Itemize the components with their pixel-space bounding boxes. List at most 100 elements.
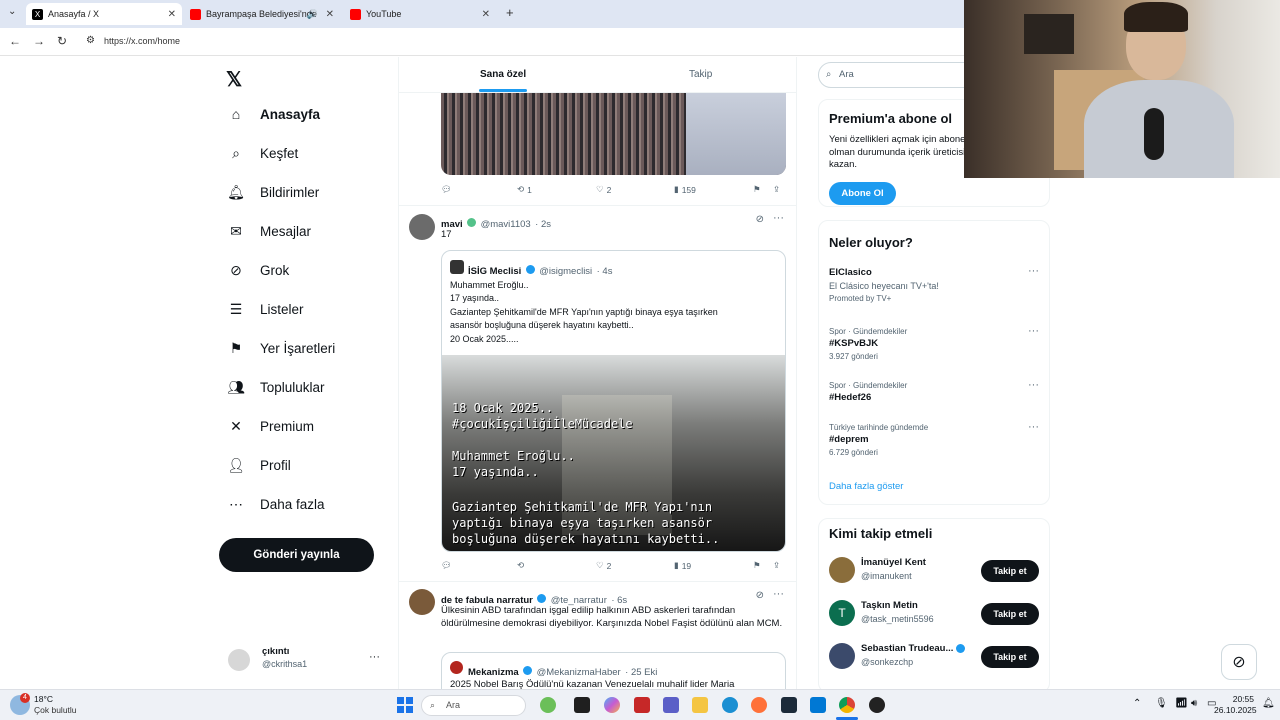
views-button[interactable]: ▮ 159 <box>674 184 696 195</box>
grok-icon[interactable]: ⊘ <box>756 590 764 601</box>
premium-text: Yeni özellikleri açmak için abone olman … <box>829 134 966 170</box>
views-button[interactable]: ▮ 19 <box>674 560 691 571</box>
close-icon[interactable]: ✕ <box>168 9 176 20</box>
avatar[interactable] <box>829 557 855 583</box>
reply-icon[interactable]: 💬︎ <box>441 560 452 571</box>
share-icon[interactable]: ⇪ <box>773 560 780 571</box>
suggest-name[interactable]: Taşkın Metin <box>861 600 918 611</box>
subscribe-button[interactable]: Abone Ol <box>829 182 896 205</box>
sidebar-item-premium[interactable]: ✕ Premium <box>228 418 314 434</box>
teams-icon[interactable] <box>663 697 679 713</box>
speaker-icon[interactable]: 🔊 <box>307 9 318 20</box>
share-icon[interactable]: ⇪ <box>773 184 780 195</box>
trend-item[interactable]: Spor · Gündemdekiler #Hedef26 <box>829 381 1029 403</box>
avatar[interactable] <box>409 589 435 615</box>
sidebar-item-notifications[interactable]: 🔔︎ Bildirimler <box>227 184 319 200</box>
chevron-up-icon[interactable]: ⌃ <box>1133 698 1141 709</box>
chrome-icon[interactable] <box>839 697 855 713</box>
sidebar-item-profile[interactable]: 👤︎ Profil <box>227 457 291 473</box>
account-switcher[interactable]: çıkıntı @ckrithsa1 ··· <box>228 645 388 675</box>
taskbar-search[interactable]: ⌕ Ara <box>421 695 526 716</box>
sidebar-item-messages[interactable]: ✉ Mesajlar <box>228 223 311 239</box>
more-icon[interactable]: ··· <box>1028 421 1039 433</box>
microphone-icon[interactable]: 🎙︎ <box>1155 698 1168 709</box>
back-icon[interactable]: ← <box>9 34 21 48</box>
clock-date[interactable]: 26.10.2025 <box>1214 705 1257 715</box>
avatar[interactable] <box>409 214 435 240</box>
sidebar-item-home[interactable]: ⌂ Anasayfa <box>228 106 320 122</box>
avatar[interactable]: T <box>829 600 855 626</box>
reload-icon[interactable]: ↻ <box>57 34 67 48</box>
more-icon[interactable]: ··· <box>773 212 784 224</box>
more-icon[interactable]: ··· <box>369 651 380 663</box>
url-field[interactable]: https://x.com/home <box>104 36 180 46</box>
quoted-post[interactable]: Mekanizma @MekanizmaHaber · 25 Eki 2025 … <box>441 652 786 689</box>
shape <box>397 706 404 713</box>
author-handle[interactable]: @mavi1103 <box>481 219 531 230</box>
like-button[interactable]: ♡ 2 <box>596 184 611 195</box>
sidebar-item-more[interactable]: ⋯ Daha fazla <box>228 496 325 512</box>
more-icon[interactable]: ··· <box>773 588 784 600</box>
follow-button[interactable]: Takip et <box>981 560 1039 582</box>
trend-item[interactable]: Türkiye tarihinde gündemde #deprem 6.729… <box>829 423 1029 457</box>
outlook-icon[interactable] <box>810 697 826 713</box>
sidebar-item-explore[interactable]: ⌕ Keşfet <box>228 145 298 161</box>
quote-time: · 4s <box>596 266 613 277</box>
more-icon[interactable]: ··· <box>1028 325 1039 337</box>
reply-icon[interactable]: 💬︎ <box>441 184 452 195</box>
forward-icon[interactable]: → <box>33 34 45 48</box>
trend-item[interactable]: ElClasico El Clásico heyecanı TV+'ta! Pr… <box>829 267 1029 303</box>
tab-bayrampasa[interactable]: Bayrampaşa Belediyesi'nde 🔊 ✕ <box>184 3 340 25</box>
quoted-post[interactable]: İSİG Meclisi @isigmeclisi · 4s Muhammet … <box>441 250 786 552</box>
tab-following[interactable]: Takip <box>689 69 712 80</box>
file-explorer-icon[interactable] <box>692 697 708 713</box>
wifi-icon[interactable]: 📶︎ <box>1175 698 1188 709</box>
acrobat-icon[interactable] <box>634 697 650 713</box>
tab-search-icon[interactable]: ⌄ <box>8 6 16 17</box>
copilot-icon[interactable] <box>604 697 620 713</box>
widgets-icon[interactable] <box>540 697 556 713</box>
quote-image[interactable]: 18 Ocak 2025.. #çocukİşçiliğiİleMücadele… <box>442 355 785 551</box>
firefox-icon[interactable] <box>751 697 767 713</box>
grok-floating-button[interactable]: ⊘ <box>1221 644 1257 680</box>
grok-icon[interactable]: ⊘ <box>756 214 764 225</box>
follow-button[interactable]: Takip et <box>981 603 1039 625</box>
x-logo-icon[interactable]: 𝕏 <box>226 67 242 92</box>
more-icon[interactable]: ··· <box>1028 379 1039 391</box>
follow-button[interactable]: Takip et <box>981 646 1039 668</box>
tab-youtube[interactable]: YouTube ✕ <box>344 3 496 25</box>
bookmark-icon[interactable]: ⚑ <box>753 184 761 195</box>
terminal-icon[interactable] <box>781 697 797 713</box>
task-view-icon[interactable] <box>574 697 590 713</box>
new-tab-plus-icon[interactable]: + <box>506 5 514 20</box>
volume-icon[interactable]: 🔊︎ <box>1191 698 1197 709</box>
post-image[interactable] <box>441 93 786 175</box>
sidebar-item-communities[interactable]: 👥︎ Topluluklar <box>227 379 324 395</box>
windows-start-icon[interactable] <box>397 697 413 713</box>
notifications-bell-icon[interactable]: 🔔︎ <box>1262 698 1275 709</box>
close-icon[interactable]: ✕ <box>326 9 334 20</box>
clock-time[interactable]: 20:55 <box>1214 694 1254 704</box>
sidebar-item-bookmarks[interactable]: ⚑ Yer İşaretleri <box>228 340 336 356</box>
retweet-button[interactable]: ⟲ 1 <box>517 184 532 195</box>
sidebar-item-grok[interactable]: ⊘ Grok <box>228 262 289 278</box>
close-icon[interactable]: ✕ <box>482 9 490 20</box>
more-icon[interactable]: ··· <box>1028 265 1039 277</box>
post-button[interactable]: Gönderi yayınla <box>219 538 374 572</box>
suggest-name[interactable]: Sebastian Trudeau... <box>861 643 966 654</box>
edge-icon[interactable] <box>722 697 738 713</box>
bookmark-icon[interactable]: ⚑ <box>753 560 761 571</box>
divider <box>399 205 796 206</box>
tab-x-home[interactable]: X Anasayfa / X ✕ <box>26 3 182 25</box>
retweet-icon[interactable]: ⟲ <box>517 560 524 571</box>
post-time[interactable]: · 2s <box>535 219 551 230</box>
avatar[interactable] <box>829 643 855 669</box>
like-button[interactable]: ♡ 2 <box>596 560 611 571</box>
site-info-icon[interactable]: ⚙ <box>86 35 95 46</box>
trend-item[interactable]: Spor · Gündemdekiler #KSPvBJK 3.927 gönd… <box>829 327 1029 361</box>
show-more-link[interactable]: Daha fazla göster <box>829 481 903 492</box>
obs-icon[interactable] <box>869 697 885 713</box>
sidebar-item-lists[interactable]: ☰ Listeler <box>228 301 304 317</box>
suggest-name[interactable]: İmanüyel Kent <box>861 557 926 568</box>
tab-for-you[interactable]: Sana özel <box>480 69 526 80</box>
